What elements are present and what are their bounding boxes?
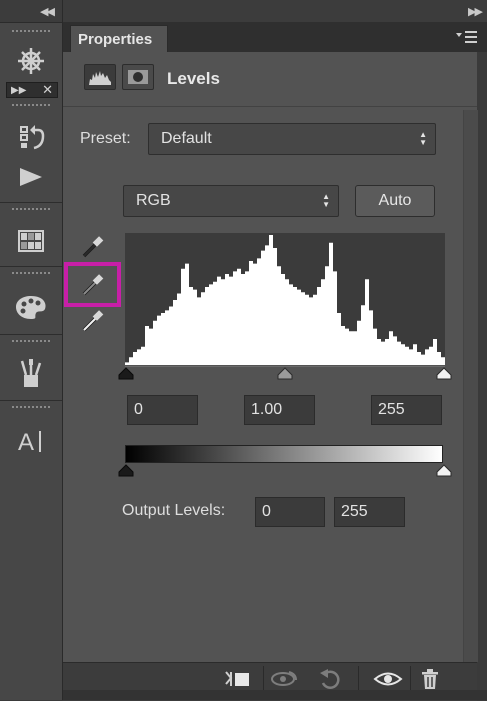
output-black-field[interactable]: 0: [255, 497, 325, 527]
black-input-slider-handle[interactable]: [118, 367, 134, 385]
actions-play-icon[interactable]: [10, 160, 52, 194]
input-gamma-field[interactable]: 1.00: [244, 395, 315, 425]
panel-menu-icon[interactable]: [456, 30, 478, 49]
close-icon[interactable]: ✕: [42, 82, 53, 98]
divider: [410, 666, 411, 690]
grip-handle[interactable]: [12, 208, 50, 213]
tool-strip: ◀◀ ▶▶ ✕ A: [0, 0, 63, 700]
divider: [0, 202, 62, 203]
delete-icon[interactable]: [414, 667, 446, 691]
clip-to-layer-icon[interactable]: [222, 667, 254, 691]
grip-handle[interactable]: [12, 30, 50, 35]
grip-handle[interactable]: [12, 272, 50, 277]
divider: [0, 334, 62, 335]
channel-value: RGB: [136, 192, 171, 209]
grip-handle[interactable]: [12, 340, 50, 345]
expand-icon[interactable]: ▶▶: [11, 85, 26, 96]
preset-label: Preset:: [80, 130, 131, 147]
output-gradient: [125, 445, 443, 463]
select-arrows-icon: ▲ ▼: [419, 130, 427, 147]
palette-icon[interactable]: [10, 290, 52, 324]
history-icon[interactable]: [10, 120, 52, 154]
scrollbar[interactable]: [463, 110, 478, 662]
divider: [63, 106, 477, 107]
panel-dock-header: ▶▶: [63, 0, 487, 23]
divider: [0, 400, 62, 401]
output-white-field[interactable]: 255: [334, 497, 405, 527]
reset-icon[interactable]: [314, 667, 346, 691]
channel-select[interactable]: RGB ▲ ▼: [123, 185, 339, 217]
histogram-area: [125, 235, 445, 365]
collapse-icon[interactable]: ◀◀: [40, 5, 55, 18]
grip-handle[interactable]: [12, 406, 50, 411]
output-levels-label: Output Levels:: [122, 502, 226, 519]
gray-point-eyedropper-icon[interactable]: [80, 272, 106, 303]
histogram: [125, 233, 445, 365]
white-output-slider-handle[interactable]: [436, 464, 452, 482]
adjustment-histogram-icon[interactable]: [84, 64, 116, 90]
tab-properties[interactable]: Properties: [70, 25, 168, 52]
layer-mask-icon[interactable]: [122, 64, 154, 90]
svg-text:A: A: [18, 429, 34, 456]
divider: [263, 666, 264, 690]
floating-panel-header[interactable]: ▶▶ ✕: [6, 82, 58, 98]
input-black-field[interactable]: 0: [127, 395, 198, 425]
black-point-eyedropper-icon[interactable]: [80, 234, 106, 265]
white-point-eyedropper-icon[interactable]: [80, 308, 106, 339]
swatches-grid-icon[interactable]: [10, 224, 52, 258]
white-input-slider-handle[interactable]: [436, 367, 452, 385]
auto-button[interactable]: Auto: [355, 185, 435, 217]
dock-bottom-edge: [63, 690, 487, 700]
visibility-icon[interactable]: [372, 667, 404, 691]
brushes-icon[interactable]: [10, 356, 52, 390]
view-previous-icon[interactable]: [268, 667, 300, 691]
preset-select[interactable]: Default ▲ ▼: [148, 123, 436, 155]
tool-strip-header: ◀◀: [0, 0, 62, 23]
histogram-graph: [125, 235, 445, 365]
divider: [358, 666, 359, 690]
select-arrows-icon: ▲ ▼: [322, 192, 330, 209]
divider: [0, 266, 62, 267]
grip-handle[interactable]: [12, 104, 50, 109]
ship-wheel-icon[interactable]: [10, 44, 52, 78]
character-icon[interactable]: A: [10, 424, 52, 458]
preset-value: Default: [161, 130, 212, 147]
black-output-slider-handle[interactable]: [118, 464, 134, 482]
expand-icon[interactable]: ▶▶: [468, 5, 483, 18]
input-white-field[interactable]: 255: [371, 395, 442, 425]
adjustment-title: Levels: [167, 69, 220, 88]
gamma-input-slider-handle[interactable]: [277, 367, 293, 385]
